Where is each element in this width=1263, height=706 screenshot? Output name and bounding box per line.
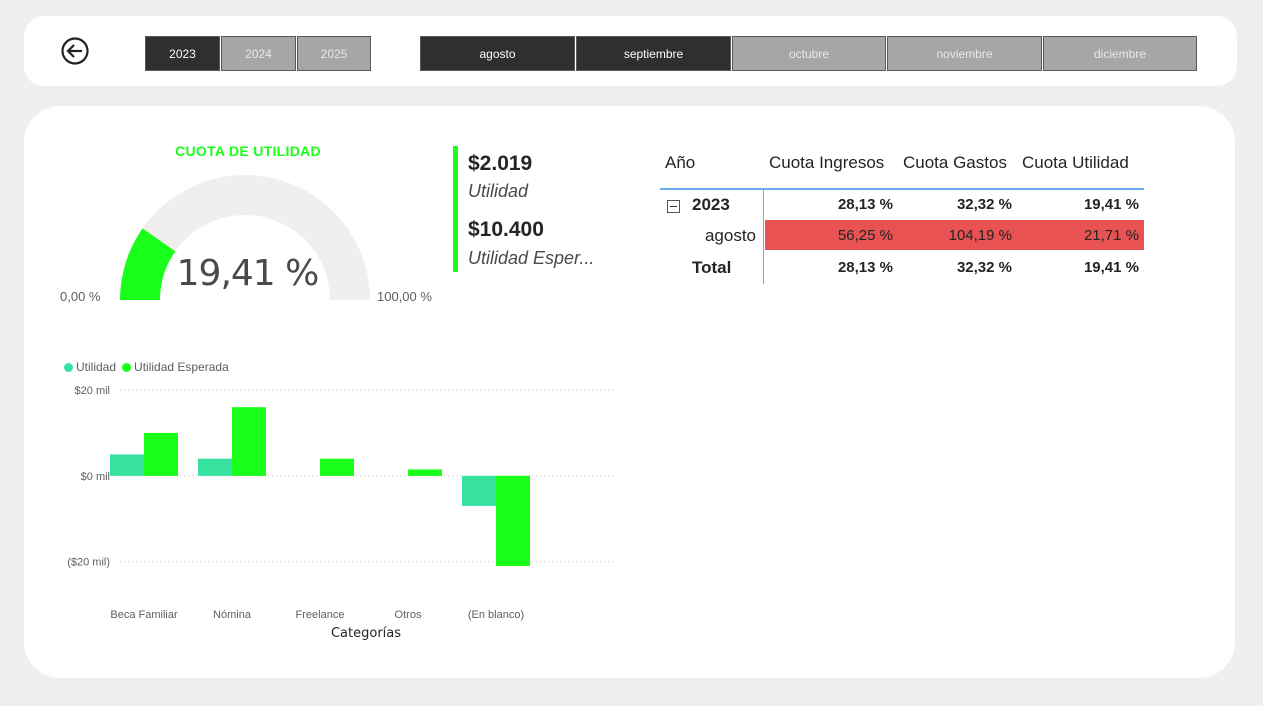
matrix-cell: 56,25 % xyxy=(837,227,893,244)
matrix-cell: 19,41 % xyxy=(1083,259,1139,276)
matrix-cell: 32,32 % xyxy=(956,259,1012,276)
legend-label: Utilidad Esperada xyxy=(134,360,229,374)
matrix-cell: 28,13 % xyxy=(837,259,893,276)
matrix-row-divider xyxy=(763,190,764,284)
bar[interactable] xyxy=(462,475,496,506)
month-button-agosto[interactable]: agosto xyxy=(420,36,575,71)
month-button-septiembre[interactable]: septiembre xyxy=(576,36,731,71)
kpi-utilidad-esperada-label: Utilidad Esper... xyxy=(468,248,595,268)
kpi-accent-bar xyxy=(453,146,458,272)
matrix-cell: 28,13 % xyxy=(837,196,893,213)
matrix-cell: 32,32 % xyxy=(956,196,1012,213)
gauge-max-label: 100,00 % xyxy=(377,289,432,304)
x-tick-label: Nómina xyxy=(213,609,252,621)
bar[interactable] xyxy=(198,458,232,476)
matrix-header-cuota-ingresos[interactable]: Cuota Ingresos xyxy=(769,153,884,173)
legend-dot-icon xyxy=(64,363,73,372)
year-button-2024[interactable]: 2024 xyxy=(221,36,296,71)
kpi-utilidad-esperada-value: $10.400 xyxy=(468,218,544,241)
year-button-2023[interactable]: 2023 xyxy=(145,36,220,71)
y-tick-label: $20 mil xyxy=(75,385,110,397)
kpi-utilidad-value: $2.019 xyxy=(468,152,533,175)
x-tick-label: (En blanco) xyxy=(468,609,524,621)
collapse-icon[interactable] xyxy=(667,200,680,213)
bar[interactable] xyxy=(144,432,178,476)
matrix-cell: 19,41 % xyxy=(1083,196,1139,213)
gauge-title: CUOTA DE UTILIDAD xyxy=(175,143,321,159)
matrix-header-cuota-utilidad[interactable]: Cuota Utilidad xyxy=(1022,153,1129,173)
bar[interactable] xyxy=(408,469,442,476)
month-button-octubre[interactable]: octubre xyxy=(732,36,886,71)
back-arrow-circle-icon[interactable] xyxy=(60,36,90,66)
legend-label: Utilidad xyxy=(76,360,117,374)
x-tick-label: Beca Familiar xyxy=(110,609,178,621)
x-axis-title: Categorías xyxy=(331,626,401,641)
bar[interactable] xyxy=(496,475,530,566)
legend-dot-icon xyxy=(122,363,132,372)
matrix-header-anio[interactable]: Año xyxy=(665,153,695,173)
legend-item-utilidad[interactable]: Utilidad xyxy=(64,360,116,374)
bar-chart[interactable]: $20 mil $0 mil ($20 mil) Beca Familiar Nómin… xyxy=(50,380,620,650)
bar[interactable] xyxy=(110,454,144,476)
year-button-2025[interactable]: 2025 xyxy=(297,36,371,71)
matrix-cell: 21,71 % xyxy=(1083,227,1139,244)
matrix-header-cuota-gastos[interactable]: Cuota Gastos xyxy=(903,153,1007,173)
gauge-value: 19,41 % xyxy=(176,253,320,294)
matrix-cell: 104,19 % xyxy=(948,227,1012,244)
gauge-min-label: 0,00 % xyxy=(60,289,101,304)
matrix-header-divider xyxy=(660,188,1144,190)
x-tick-label: Otros xyxy=(395,609,422,621)
chart-legend[interactable]: Utilidad Utilidad Esperada xyxy=(64,360,229,374)
legend-item-utilidad-esperada[interactable]: Utilidad Esperada xyxy=(122,360,229,374)
y-tick-label: $0 mil xyxy=(81,471,110,483)
kpi-utilidad-label: Utilidad xyxy=(468,181,529,201)
month-button-diciembre[interactable]: diciembre xyxy=(1043,36,1197,71)
bar[interactable] xyxy=(232,407,266,476)
filter-bar: 2023 2024 2025 agosto septiembre octubre… xyxy=(24,16,1237,86)
bar[interactable] xyxy=(320,458,354,476)
y-tick-label: ($20 mil) xyxy=(67,557,110,569)
matrix-row-label-agosto[interactable]: agosto xyxy=(705,226,756,246)
month-button-noviembre[interactable]: noviembre xyxy=(887,36,1042,71)
x-tick-label: Freelance xyxy=(296,609,345,621)
matrix-row-label-total: Total xyxy=(692,258,732,277)
matrix-row-label-2023[interactable]: 2023 xyxy=(692,195,730,215)
